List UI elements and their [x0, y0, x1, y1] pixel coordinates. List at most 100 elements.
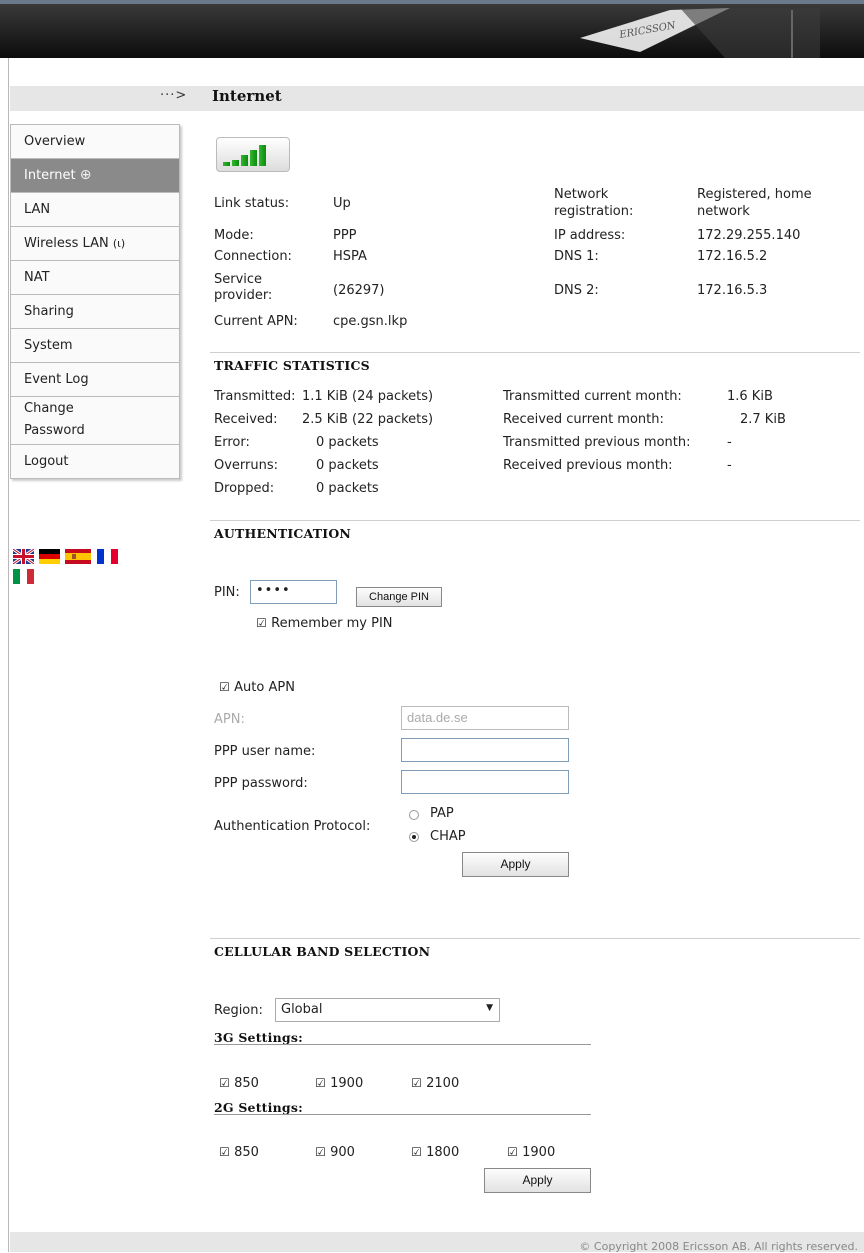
2g-settings-title: 2G Settings: [214, 1100, 303, 1115]
ip-address-label: IP address: [554, 228, 626, 243]
checkmark-icon: ☑ [411, 1145, 422, 1159]
ip-address-value: 172.29.255.140 [697, 228, 801, 243]
sidebar-item-label: Event Log [24, 372, 89, 387]
checkmark-icon: ☑ [256, 616, 267, 630]
uk-flag[interactable] [13, 549, 34, 564]
antenna-icon: (ι) [112, 237, 126, 250]
remember-pin-checkbox[interactable]: ☑ Remember my PIN [256, 616, 393, 631]
auto-apn-checkbox[interactable]: ☑ Auto APN [219, 680, 295, 695]
sidebar-item-label: Internet [24, 168, 76, 183]
signal-strength-indicator [216, 137, 290, 172]
checkmark-icon: ☑ [507, 1145, 518, 1159]
ppp-user-name-input[interactable] [401, 738, 569, 762]
band-label: 2100 [426, 1076, 460, 1091]
chevron-down-icon: ▼ [486, 1003, 493, 1013]
remember-pin-label: Remember my PIN [271, 616, 393, 631]
pap-label: PAP [430, 806, 454, 821]
nav-arrow-icon: ···> [160, 88, 188, 103]
2g-divider [214, 1114, 591, 1115]
germany-flag[interactable] [39, 549, 60, 564]
pap-radio[interactable] [409, 810, 419, 820]
sidebar-item-wireless-lan[interactable]: Wireless LAN (ι) [11, 227, 179, 261]
signal-bar [241, 155, 248, 166]
copyright-text: © Copyright 2008 Ericsson AB. All rights… [579, 1240, 858, 1253]
mode-value: PPP [333, 228, 357, 243]
italy-flag[interactable] [13, 569, 34, 584]
auto-apn-label: Auto APN [234, 680, 295, 695]
band-apply-button[interactable]: Apply [484, 1168, 591, 1193]
band-3g-1900-checkbox[interactable]: ☑ 1900 [315, 1076, 363, 1091]
region-label: Region: [214, 1003, 263, 1018]
sidebar-item-overview[interactable]: Overview [11, 125, 179, 159]
service-provider-value: (26297) [333, 283, 385, 298]
tx-current-month-value: 1.6 KiB [727, 389, 773, 404]
ppp-password-label: PPP password: [214, 776, 308, 791]
sidebar-item-system[interactable]: System [11, 329, 179, 363]
band-2g-1800-checkbox[interactable]: ☑ 1800 [411, 1145, 459, 1160]
sidebar-item-label: Sharing [24, 304, 74, 319]
rx-previous-month-label: Received previous month: [503, 458, 673, 473]
globe-icon: ⊕ [79, 167, 92, 183]
band-label: 1900 [330, 1076, 364, 1091]
chap-radio[interactable] [409, 832, 419, 842]
sidebar-item-label: Logout [24, 454, 69, 469]
sidebar-item-change-password[interactable]: Change Password [11, 397, 179, 445]
ppp-password-input[interactable] [401, 770, 569, 794]
error-label: Error: [214, 435, 250, 450]
ericsson-logo: ERICSSON [580, 8, 820, 58]
spain-flag[interactable] [65, 549, 91, 564]
dropped-label: Dropped: [214, 481, 275, 496]
sidebar-item-lan[interactable]: LAN [11, 193, 179, 227]
band-3g-850-checkbox[interactable]: ☑ 850 [219, 1076, 259, 1091]
sidebar-item-label: Wireless LAN [24, 236, 109, 251]
connection-value: HSPA [333, 249, 367, 264]
pin-input[interactable]: •••• [250, 580, 337, 604]
sidebar-item-sharing[interactable]: Sharing [11, 295, 179, 329]
overruns-value: 0 packets [316, 458, 379, 473]
current-apn-value: cpe.gsn.lkp [333, 314, 408, 329]
current-apn-label: Current APN: [214, 314, 298, 329]
ppp-user-name-label: PPP user name: [214, 744, 316, 759]
auth-apply-button[interactable]: Apply [462, 852, 569, 877]
sidebar-item-logout[interactable]: Logout [11, 445, 179, 479]
section-divider [210, 352, 860, 353]
band-2g-1900-checkbox[interactable]: ☑ 1900 [507, 1145, 555, 1160]
signal-bar [223, 162, 230, 166]
checkmark-icon: ☑ [315, 1076, 326, 1090]
band-3g-2100-checkbox[interactable]: ☑ 2100 [411, 1076, 459, 1091]
left-border [8, 58, 9, 1252]
received-label: Received: [214, 412, 278, 427]
sidebar-item-label: System [24, 338, 73, 353]
signal-bar [232, 160, 239, 166]
france-flag[interactable] [97, 549, 118, 564]
sidebar-item-internet[interactable]: Internet ⊕ [11, 159, 179, 193]
title-bar [10, 86, 864, 111]
received-value: 2.5 KiB (22 packets) [302, 412, 434, 427]
link-status-label: Link status: [214, 196, 290, 211]
sidebar-item-label: NAT [24, 270, 50, 285]
apn-input[interactable]: data.de.se [401, 706, 569, 730]
band-2g-900-checkbox[interactable]: ☑ 900 [315, 1145, 355, 1160]
checkmark-icon: ☑ [219, 680, 230, 694]
dns1-label: DNS 1: [554, 249, 599, 264]
rx-current-month-value: 2.7 KiB [740, 412, 786, 427]
region-select[interactable]: Global ▼ [275, 998, 500, 1022]
band-2g-850-checkbox[interactable]: ☑ 850 [219, 1145, 259, 1160]
authentication-title: AUTHENTICATION [214, 526, 352, 541]
connection-label: Connection: [214, 249, 292, 264]
pin-label: PIN: [214, 585, 240, 600]
dns1-value: 172.16.5.2 [697, 249, 768, 264]
chap-label: CHAP [430, 829, 466, 844]
sidebar-item-label: Overview [24, 134, 86, 149]
sidebar-item-event-log[interactable]: Event Log [11, 363, 179, 397]
change-pin-button[interactable]: Change PIN [356, 587, 442, 607]
dropped-value: 0 packets [316, 481, 379, 496]
sidebar-item-nat[interactable]: NAT [11, 261, 179, 295]
3g-divider [214, 1044, 591, 1045]
band-label: 1800 [426, 1145, 460, 1160]
band-label: 1900 [522, 1145, 556, 1160]
page-title: Internet [212, 87, 282, 105]
network-registration-value: Registered, home network [697, 187, 812, 219]
checkmark-icon: ☑ [219, 1076, 230, 1090]
rx-previous-month-value: - [727, 458, 732, 473]
